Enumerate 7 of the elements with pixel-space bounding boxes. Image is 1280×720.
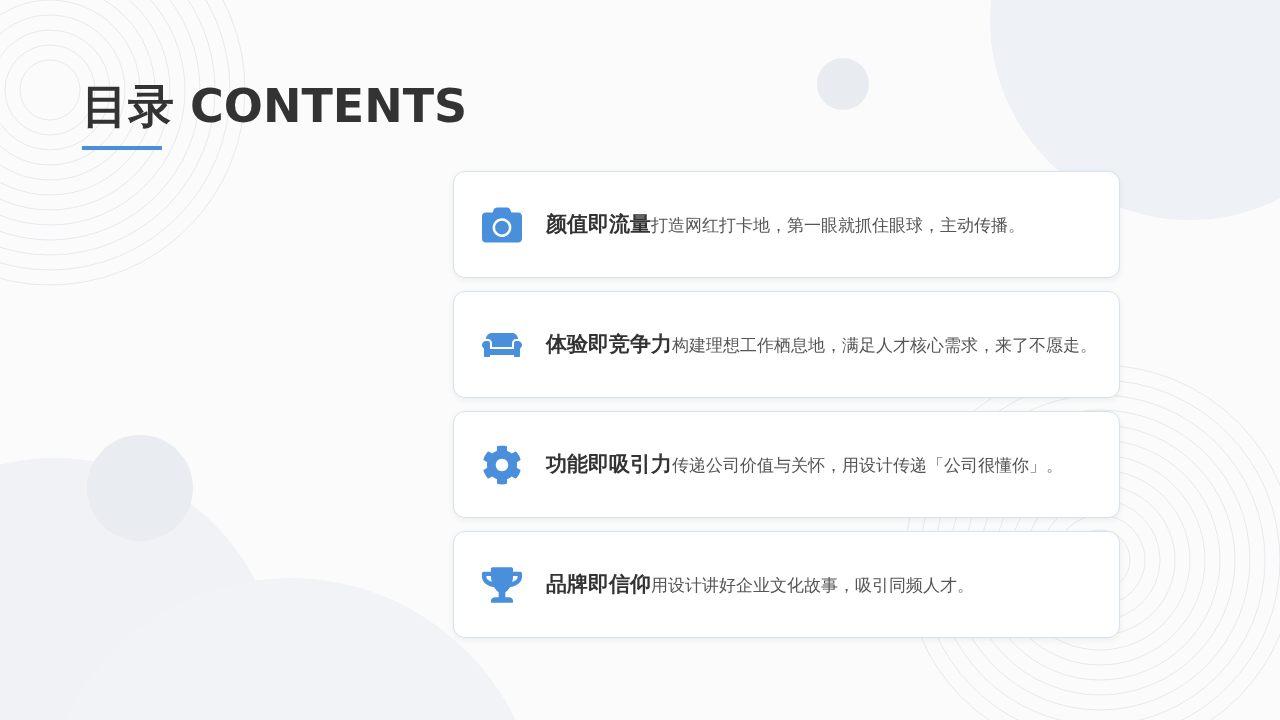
contents-item-text: 功能即吸引力传递公司价值与关怀，用设计传递「公司很懂你」。	[546, 450, 1063, 477]
slide-title: 目录 CONTENTS	[82, 78, 468, 135]
contents-item-text: 品牌即信仰用设计讲好企业文化故事，吸引同频人才。	[546, 570, 974, 597]
contents-item-text: 体验即竞争力构建理想工作栖息地，满足人才核心需求，来了不愿走。	[546, 330, 1097, 357]
settings-icon	[482, 444, 522, 485]
trophy-icon	[482, 564, 522, 605]
contents-item-text: 颜值即流量打造网红打卡地，第一眼就抓住眼球，主动传播。	[546, 210, 1025, 237]
